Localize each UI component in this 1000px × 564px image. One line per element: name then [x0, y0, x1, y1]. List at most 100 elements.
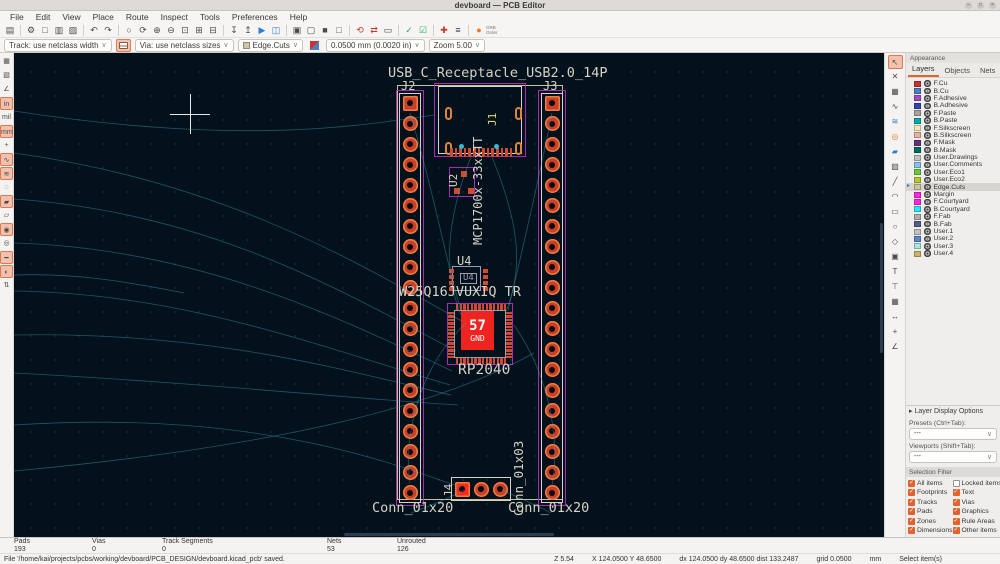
pin-header-pad[interactable] [402, 444, 418, 459]
layer-color-swatch[interactable] [914, 235, 921, 242]
zoom-in-button[interactable]: ⊕ [150, 24, 164, 37]
layer-color-swatch[interactable] [914, 206, 921, 213]
checkbox-icon[interactable]: ✓ [908, 527, 915, 534]
checkbox-icon[interactable]: ✓ [908, 479, 915, 487]
layer-color-swatch[interactable] [914, 243, 921, 250]
export-button[interactable]: ↥ [241, 24, 255, 37]
layer-color-swatch[interactable] [914, 117, 921, 124]
redo-button[interactable]: ↷ [101, 24, 115, 37]
tab-nets[interactable]: Nets [976, 64, 999, 77]
draw-rectangle-button[interactable]: ▭ [888, 205, 903, 219]
checkbox-icon[interactable]: ✓ [952, 489, 960, 496]
smd-pad[interactable] [448, 342, 454, 345]
checkbox-icon[interactable]: ✓ [908, 498, 915, 506]
layer-row-f.mask[interactable]: F.Mask [906, 139, 1000, 146]
smd-pad[interactable] [448, 322, 454, 325]
menu-place[interactable]: Place [87, 11, 120, 23]
smd-pad[interactable] [448, 318, 454, 322]
layer-color-swatch[interactable] [914, 221, 921, 228]
pin-header-pad[interactable] [402, 116, 418, 131]
save-button[interactable]: ▤ [3, 24, 17, 37]
pin-header-pad[interactable] [544, 382, 560, 398]
visibility-eye-icon[interactable] [924, 102, 931, 110]
smd-pad[interactable] [459, 148, 462, 157]
smd-pad[interactable] [481, 304, 485, 310]
smd-pad[interactable] [463, 304, 466, 310]
smd-pad[interactable] [459, 304, 463, 310]
undo-button[interactable]: ↶ [87, 24, 101, 37]
layer-row-user.eco2[interactable]: User.Eco2 [906, 176, 1000, 183]
smd-pad[interactable] [506, 315, 512, 318]
crosshair-style-button[interactable]: + [0, 139, 13, 152]
visibility-eye-icon[interactable] [924, 243, 931, 250]
layer-row-user.3[interactable]: User.3 [906, 243, 1000, 250]
smd-pad[interactable] [483, 275, 488, 279]
usb-shield-pad[interactable] [445, 107, 452, 120]
smd-pad[interactable] [489, 304, 492, 310]
pin-header-pad[interactable] [544, 444, 560, 459]
filter-vias[interactable]: ✓ Vias [952, 498, 1000, 506]
smd-pad[interactable] [448, 332, 454, 335]
filter-footprints[interactable]: ✓ Footprints [908, 489, 953, 496]
checkbox-icon[interactable]: ✓ [952, 527, 960, 534]
place-via-button[interactable]: ◎ [888, 130, 903, 144]
pin-header-pad[interactable] [402, 136, 418, 152]
filter-all-items[interactable]: ✓ All items [908, 479, 953, 487]
layer-row-f.courtyard[interactable]: F.Courtyard [906, 198, 1000, 205]
layer-row-b.courtyard[interactable]: B.Courtyard [906, 206, 1000, 213]
pin-header-pad[interactable] [402, 218, 418, 234]
scripting-console-button[interactable]: ≡ [451, 24, 465, 37]
layer-row-user.1[interactable]: User.1 [906, 228, 1000, 235]
layer-color-swatch[interactable] [914, 250, 921, 257]
layer-color-swatch[interactable] [914, 110, 921, 117]
menu-tools[interactable]: Tools [194, 11, 226, 23]
rule-area-button[interactable]: ▨ [888, 160, 903, 174]
layer-color-swatch[interactable] [914, 169, 921, 176]
menu-edit[interactable]: Edit [30, 11, 57, 23]
smd-pad[interactable] [448, 345, 454, 349]
smd-pad[interactable] [506, 356, 512, 359]
smd-pad[interactable] [500, 304, 503, 310]
filter-rule-areas[interactable]: ✓ Rule Areas [952, 517, 1000, 525]
layer-color-swatch[interactable] [914, 198, 921, 205]
highlight-nets-button[interactable]: ◌ [0, 181, 13, 194]
minimize-button[interactable]: – [965, 2, 972, 9]
layer-row-b.mask[interactable]: B.Mask [906, 147, 1000, 154]
layer-row-user.4[interactable]: User.4 [906, 250, 1000, 257]
menu-inspect[interactable]: Inspect [155, 11, 194, 23]
draw-zone-button[interactable]: ▰ [888, 145, 903, 159]
visibility-eye-icon[interactable] [924, 117, 931, 124]
smd-pad[interactable] [448, 315, 454, 318]
visibility-eye-icon[interactable] [924, 87, 931, 95]
layer-row-b.silkscreen[interactable]: B.Silkscreen [906, 132, 1000, 139]
smd-pad[interactable] [448, 328, 454, 332]
route-tracks-button[interactable]: ∿ [888, 100, 903, 114]
close-button[interactable]: × [989, 2, 996, 9]
active-layer-select[interactable]: Edge.Cuts ∨ [237, 38, 304, 52]
menu-preferences[interactable]: Preferences [226, 11, 284, 23]
filter-dimensions[interactable]: ✓ Dimensions [908, 527, 953, 534]
visibility-eye-icon[interactable] [924, 154, 931, 161]
j4-pad[interactable] [473, 481, 489, 497]
pin-header-pad[interactable] [402, 95, 418, 111]
window-titlebar[interactable]: devboard — PCB Editor – □ × [0, 0, 1000, 11]
zoom-select[interactable]: Zoom 5.00 ∨ [428, 38, 486, 52]
layer-color-swatch[interactable] [914, 191, 921, 198]
smd-pad[interactable] [506, 322, 512, 325]
pin-header-pad[interactable] [402, 341, 418, 357]
layer-color-swatch[interactable] [914, 213, 921, 220]
layer-color-swatch[interactable] [914, 161, 921, 168]
measure-button[interactable]: ∠ [888, 340, 903, 354]
layer-color-swatch[interactable] [914, 154, 921, 161]
layer-display-options[interactable]: ▸ Layer Display Options [906, 404, 1000, 417]
draw-table-button[interactable]: ▦ [888, 295, 903, 309]
pin-header-pad[interactable] [402, 464, 418, 480]
smd-pad[interactable] [448, 352, 454, 355]
polar-coordinates-button[interactable]: ∠ [0, 83, 13, 96]
filter-tracks[interactable]: ✓ Tracks [908, 498, 953, 506]
pin-header-pad[interactable] [544, 321, 560, 336]
layer-row-b.adhesive[interactable]: B.Adhesive [906, 102, 1000, 109]
via-display-mode-button[interactable]: ◎ [0, 237, 13, 250]
plugin-manager-button[interactable]: ✚ [437, 24, 451, 37]
checkbox-icon[interactable]: ✓ [952, 508, 960, 515]
